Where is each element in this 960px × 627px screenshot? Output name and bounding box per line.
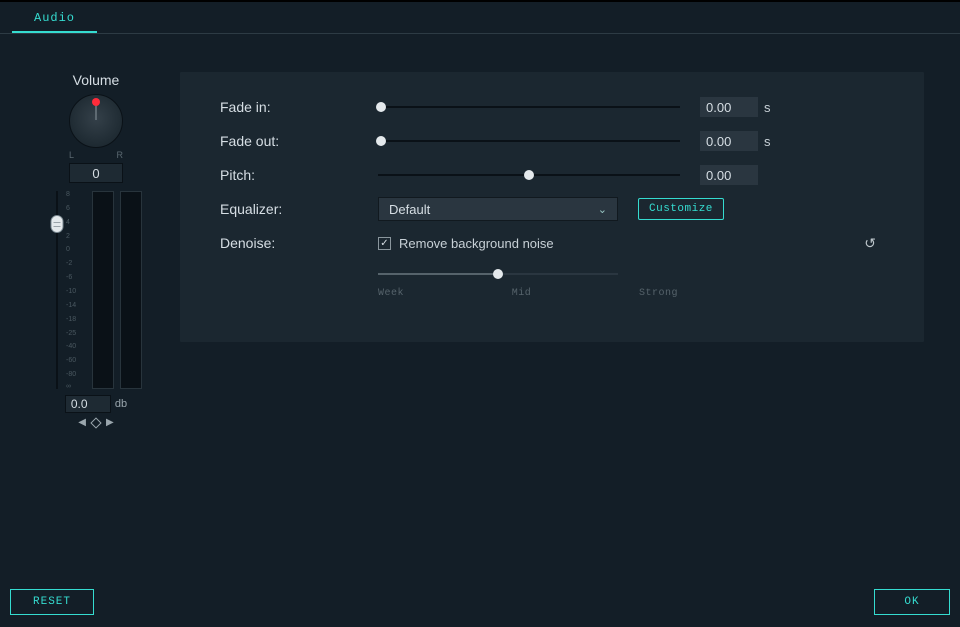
- fade-out-thumb-icon[interactable]: [376, 136, 386, 146]
- pan-left-label: L: [69, 150, 74, 160]
- scale-tick: -10: [66, 288, 76, 295]
- scale-tick: -18: [66, 316, 76, 323]
- level-meters: [92, 191, 142, 389]
- tab-bar: Audio: [0, 2, 960, 34]
- denoise-row: Denoise: ✓ Remove background noise ↺: [220, 226, 884, 260]
- scale-tick: 2: [66, 233, 70, 240]
- scale-tick: ∞: [66, 383, 71, 390]
- equalizer-select[interactable]: Default ⌄: [378, 197, 618, 221]
- content: Volume L R 8 6 4 2 0: [0, 34, 960, 428]
- keyframe-prev-icon[interactable]: ◀: [78, 417, 86, 428]
- fade-in-row: Fade in: s: [220, 90, 884, 124]
- pan-knob-needle-icon: [95, 106, 97, 120]
- meter-block: 8 6 4 2 0 -2 -6 -10 -14 -18 -25 -40 -60 …: [48, 191, 144, 389]
- pitch-thumb-icon[interactable]: [524, 170, 534, 180]
- volume-column: Volume L R 8 6 4 2 0: [36, 72, 156, 428]
- db-row: db: [65, 395, 127, 413]
- scale-tick: -6: [66, 274, 72, 281]
- scale-tick: 0: [66, 246, 70, 253]
- denoise-reset-icon[interactable]: ↺: [864, 235, 876, 252]
- bottom-bar: RESET OK: [10, 589, 950, 615]
- pitch-input[interactable]: [700, 165, 758, 185]
- pan-right-label: R: [117, 150, 124, 160]
- denoise-strength-slider-wrap: [378, 266, 884, 282]
- fade-out-input[interactable]: [700, 131, 758, 151]
- fade-in-label: Fade in:: [220, 99, 378, 115]
- db-scale: 8 6 4 2 0 -2 -6 -10 -14 -18 -25 -40 -60 …: [66, 191, 88, 389]
- denoise-checkbox[interactable]: ✓: [378, 237, 391, 250]
- denoise-thumb-icon[interactable]: [493, 269, 503, 279]
- reset-button[interactable]: RESET: [10, 589, 94, 615]
- fade-in-input[interactable]: [700, 97, 758, 117]
- fade-in-slider[interactable]: [378, 99, 680, 115]
- scale-tick: -25: [66, 330, 76, 337]
- pitch-slider[interactable]: [378, 167, 680, 183]
- denoise-strength-slider[interactable]: [378, 266, 618, 282]
- level-meter-left: [92, 191, 114, 389]
- equalizer-label: Equalizer:: [220, 201, 378, 217]
- equalizer-selected-value: Default: [389, 202, 430, 217]
- scale-tick: -80: [66, 371, 76, 378]
- pan-knob-indicator-icon: [92, 98, 100, 106]
- pan-lr-labels: L R: [69, 150, 123, 160]
- fade-in-thumb-icon[interactable]: [376, 102, 386, 112]
- pan-value-input[interactable]: [69, 163, 123, 183]
- fade-out-slider[interactable]: [378, 133, 680, 149]
- equalizer-row: Equalizer: Default ⌄ Customize: [220, 192, 884, 226]
- scale-tick: -2: [66, 260, 72, 267]
- denoise-label: Denoise:: [220, 235, 378, 251]
- scale-tick: -40: [66, 343, 76, 350]
- fade-out-unit: s: [764, 134, 771, 149]
- pitch-row: Pitch:: [220, 158, 884, 192]
- scale-tick: -14: [66, 302, 76, 309]
- scale-tick: 8: [66, 191, 70, 198]
- pitch-label: Pitch:: [220, 167, 378, 183]
- denoise-strength-labels: Week Mid Strong: [378, 288, 678, 299]
- chevron-down-icon: ⌄: [598, 203, 607, 216]
- volume-title: Volume: [73, 72, 120, 88]
- scale-tick: -60: [66, 357, 76, 364]
- scale-tick: 4: [66, 219, 70, 226]
- fade-in-unit: s: [764, 100, 771, 115]
- audio-settings-window: Audio Volume L R 8 6: [0, 0, 960, 627]
- denoise-mid-label: Mid: [512, 288, 532, 299]
- volume-db-input[interactable]: [65, 395, 111, 413]
- db-unit-label: db: [115, 398, 127, 410]
- fade-out-label: Fade out:: [220, 133, 378, 149]
- denoise-weak-label: Week: [378, 288, 404, 299]
- scale-tick: 6: [66, 205, 70, 212]
- volume-vertical-slider[interactable]: [48, 191, 66, 389]
- audio-params-panel: Fade in: s Fade out: s Pitch:: [180, 72, 924, 342]
- denoise-checkbox-wrap: ✓ Remove background noise: [378, 236, 554, 251]
- equalizer-customize-button[interactable]: Customize: [638, 198, 724, 220]
- denoise-strong-label: Strong: [639, 288, 678, 299]
- level-meter-right: [120, 191, 142, 389]
- pan-knob[interactable]: [69, 94, 123, 148]
- keyframe-next-icon[interactable]: ▶: [106, 417, 114, 428]
- fade-out-row: Fade out: s: [220, 124, 884, 158]
- keyframe-nav: ◀ ▶: [78, 417, 113, 428]
- denoise-checkbox-label: Remove background noise: [399, 236, 554, 251]
- volume-slider-thumb-icon[interactable]: [51, 215, 64, 233]
- tab-audio[interactable]: Audio: [12, 5, 97, 33]
- ok-button[interactable]: OK: [874, 589, 950, 615]
- keyframe-add-icon[interactable]: [90, 417, 101, 428]
